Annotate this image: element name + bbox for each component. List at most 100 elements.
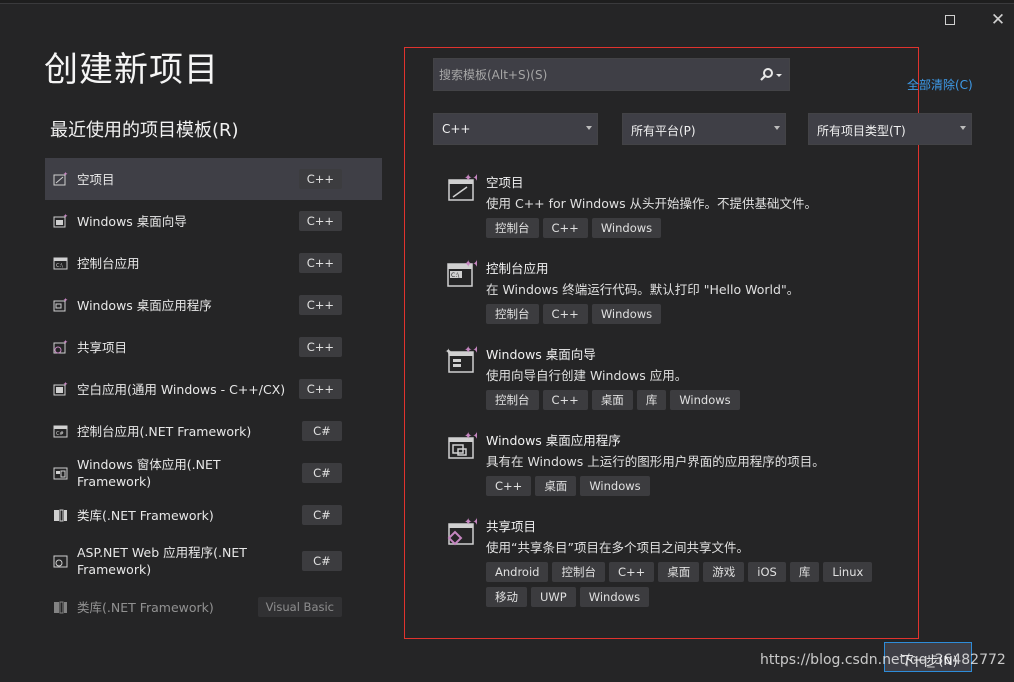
maximize-button[interactable] xyxy=(940,10,960,30)
recent-item-label: Windows 窗体应用(.NET Framework) xyxy=(77,457,221,489)
language-tag: C++ xyxy=(298,169,342,189)
recent-item-console-app[interactable]: C:\ 控制台应用 C++ xyxy=(45,242,382,284)
recent-item-desktop-app[interactable]: ✦ Windows 桌面应用程序 C++ xyxy=(45,284,382,326)
template-tag: UWP xyxy=(531,587,576,607)
svg-text:✦✦: ✦✦ xyxy=(464,431,477,442)
recent-item-console-app-netfx[interactable]: C# 控制台应用(.NET Framework) C# xyxy=(45,410,382,452)
template-tags: 控制台 C++ Windows xyxy=(486,303,906,328)
recent-item-forms-app[interactable]: Windows 窗体应用(.NET Framework) C# xyxy=(45,452,382,494)
svg-text:✦✦: ✦✦ xyxy=(464,259,477,270)
template-tag: 桌面 xyxy=(535,476,577,496)
language-tag: C++ xyxy=(298,337,342,357)
platform-filter-dropdown[interactable]: 所有平台(P) xyxy=(622,113,786,145)
template-description: 在 Windows 终端运行代码。默认打印 "Hello World"。 xyxy=(486,282,800,297)
svg-text:✦✦: ✦✦ xyxy=(464,173,477,184)
language-filter-dropdown[interactable]: C++ xyxy=(433,113,598,145)
project-type-filter-dropdown[interactable]: 所有项目类型(T) xyxy=(808,113,972,145)
template-desktop-wizard[interactable]: ✦ ✦✦ Windows 桌面向导 使用向导自行创建 Windows 应用。 控… xyxy=(445,344,915,414)
recent-item-class-library[interactable]: 类库(.NET Framework) C# xyxy=(45,494,382,536)
recent-item-label: 类库(.NET Framework) xyxy=(77,507,214,523)
close-icon: ✕ xyxy=(990,10,1006,30)
svg-text:C:\: C:\ xyxy=(56,263,63,269)
language-tag: C# xyxy=(302,505,342,525)
template-empty-project[interactable]: ✦✦ 空项目 使用 C++ for Windows 从头开始操作。不提供基础文件… xyxy=(445,172,915,242)
chevron-down-icon xyxy=(960,126,966,130)
template-desktop-app[interactable]: ✦✦ Windows 桌面应用程序 具有在 Windows 上运行的图形用户界面… xyxy=(445,430,915,500)
template-description: 使用 C++ for Windows 从头开始操作。不提供基础文件。 xyxy=(486,196,818,211)
template-tag: Windows xyxy=(591,218,662,238)
template-tag: 控制台 xyxy=(486,304,539,324)
recent-item-label: ASP.NET Web 应用程序(.NET Framework) xyxy=(77,545,247,577)
language-tag: C++ xyxy=(298,379,342,399)
template-tag: Windows xyxy=(580,476,650,496)
template-tag: C++ xyxy=(542,218,588,238)
language-tag: C++ xyxy=(298,253,342,273)
template-tag: Windows xyxy=(670,390,740,410)
template-name: Windows 桌面向导 xyxy=(486,347,596,362)
svg-text:✦: ✦ xyxy=(63,213,68,220)
template-tag: C++ xyxy=(608,562,655,582)
recent-item-label: 控制台应用 xyxy=(77,255,140,271)
forms-app-icon xyxy=(53,467,68,480)
language-tag: C# xyxy=(302,421,342,441)
recent-item-label: 控制台应用(.NET Framework) xyxy=(77,423,252,439)
template-tags: C++ 桌面 Windows xyxy=(486,475,906,500)
console-app-icon: C# xyxy=(53,425,68,438)
language-tag: C++ xyxy=(298,295,342,315)
template-name: 空项目 xyxy=(486,175,524,190)
template-tag: C++ xyxy=(542,390,588,410)
recent-item-label: 共享项目 xyxy=(77,339,128,355)
template-tag: 控制台 xyxy=(486,218,539,238)
page-title: 创建新项目 xyxy=(44,50,219,90)
empty-project-icon: ✦✦ xyxy=(448,173,477,201)
svg-text:✦✦: ✦✦ xyxy=(464,345,477,356)
template-tag: 游戏 xyxy=(703,562,745,582)
recent-item-label: 空项目 xyxy=(77,171,115,187)
template-name: 共享项目 xyxy=(486,519,537,534)
template-tag: 控制台 xyxy=(552,562,605,582)
template-tags: Android 控制台 C++ 桌面 游戏 iOS 库 Linux 移动 UWP Windows xyxy=(486,561,906,611)
recent-item-class-library-vb[interactable]: 类库(.NET Framework) Visual Basic xyxy=(45,586,382,628)
template-tag: C++ xyxy=(542,304,588,324)
template-description: 具有在 Windows 上运行的图形用户界面的应用程序的项目。 xyxy=(486,454,825,469)
recent-item-web-app[interactable]: ASP.NET Web 应用程序(.NET Framework) C# xyxy=(45,536,382,586)
recent-item-label: Windows 桌面向导 xyxy=(77,213,187,229)
desktop-wizard-icon: ✦ ✦✦ xyxy=(445,345,477,373)
language-tag: C# xyxy=(302,551,342,571)
empty-project-icon: ✦ xyxy=(53,171,68,186)
template-shared-project[interactable]: ✦✦ 共享项目 使用“共享条目”项目在多个项目之间共享文件。 Android 控制… xyxy=(445,516,915,612)
template-search-box xyxy=(433,58,790,91)
template-tags: 控制台 C++ Windows xyxy=(486,217,906,242)
recent-item-blank-app[interactable]: ✦ 空白应用(通用 Windows - C++/CX) C++ xyxy=(45,368,382,410)
template-name: Windows 桌面应用程序 xyxy=(486,433,621,448)
shared-project-icon: ✦ xyxy=(53,339,68,354)
chevron-down-icon xyxy=(586,126,592,130)
clear-all-link[interactable]: 全部清除(C) xyxy=(907,76,973,93)
template-console-app[interactable]: C:\ ✦✦ 控制台应用 在 Windows 终端运行代码。默认打印 "Hell… xyxy=(445,258,915,328)
recent-item-empty-project[interactable]: ✦ 空项目 C++ xyxy=(45,158,382,200)
svg-text:✦: ✦ xyxy=(63,297,68,304)
template-tag: Windows xyxy=(591,304,662,324)
maximize-icon xyxy=(945,15,955,25)
svg-text:C:\: C:\ xyxy=(451,272,460,279)
watermark-url: https://blog.csdn.net/qq_36482772 xyxy=(760,652,1006,668)
close-button[interactable]: ✕ xyxy=(988,10,1008,30)
svg-text:C#: C# xyxy=(56,431,64,437)
language-tag: Visual Basic xyxy=(257,597,342,617)
language-tag: C# xyxy=(302,463,342,483)
template-tags: 控制台 C++ 桌面库 Windows xyxy=(486,389,906,414)
template-search-input[interactable] xyxy=(434,59,754,90)
web-app-icon xyxy=(53,555,68,568)
template-tag: Linux xyxy=(823,562,873,582)
svg-text:✦: ✦ xyxy=(63,171,68,178)
search-icon xyxy=(760,68,782,81)
window-top-strip xyxy=(0,0,1014,4)
svg-text:✦✦: ✦✦ xyxy=(464,517,477,528)
template-tag: 桌面 xyxy=(591,390,633,410)
recent-item-shared-project[interactable]: ✦ 共享项目 C++ xyxy=(45,326,382,368)
template-tag: iOS xyxy=(748,562,786,582)
recent-item-label: Windows 桌面应用程序 xyxy=(77,297,212,313)
search-button[interactable] xyxy=(759,67,785,83)
recent-item-label: 空白应用(通用 Windows - C++/CX) xyxy=(77,381,286,397)
recent-item-desktop-wizard[interactable]: ✦ Windows 桌面向导 C++ xyxy=(45,200,382,242)
